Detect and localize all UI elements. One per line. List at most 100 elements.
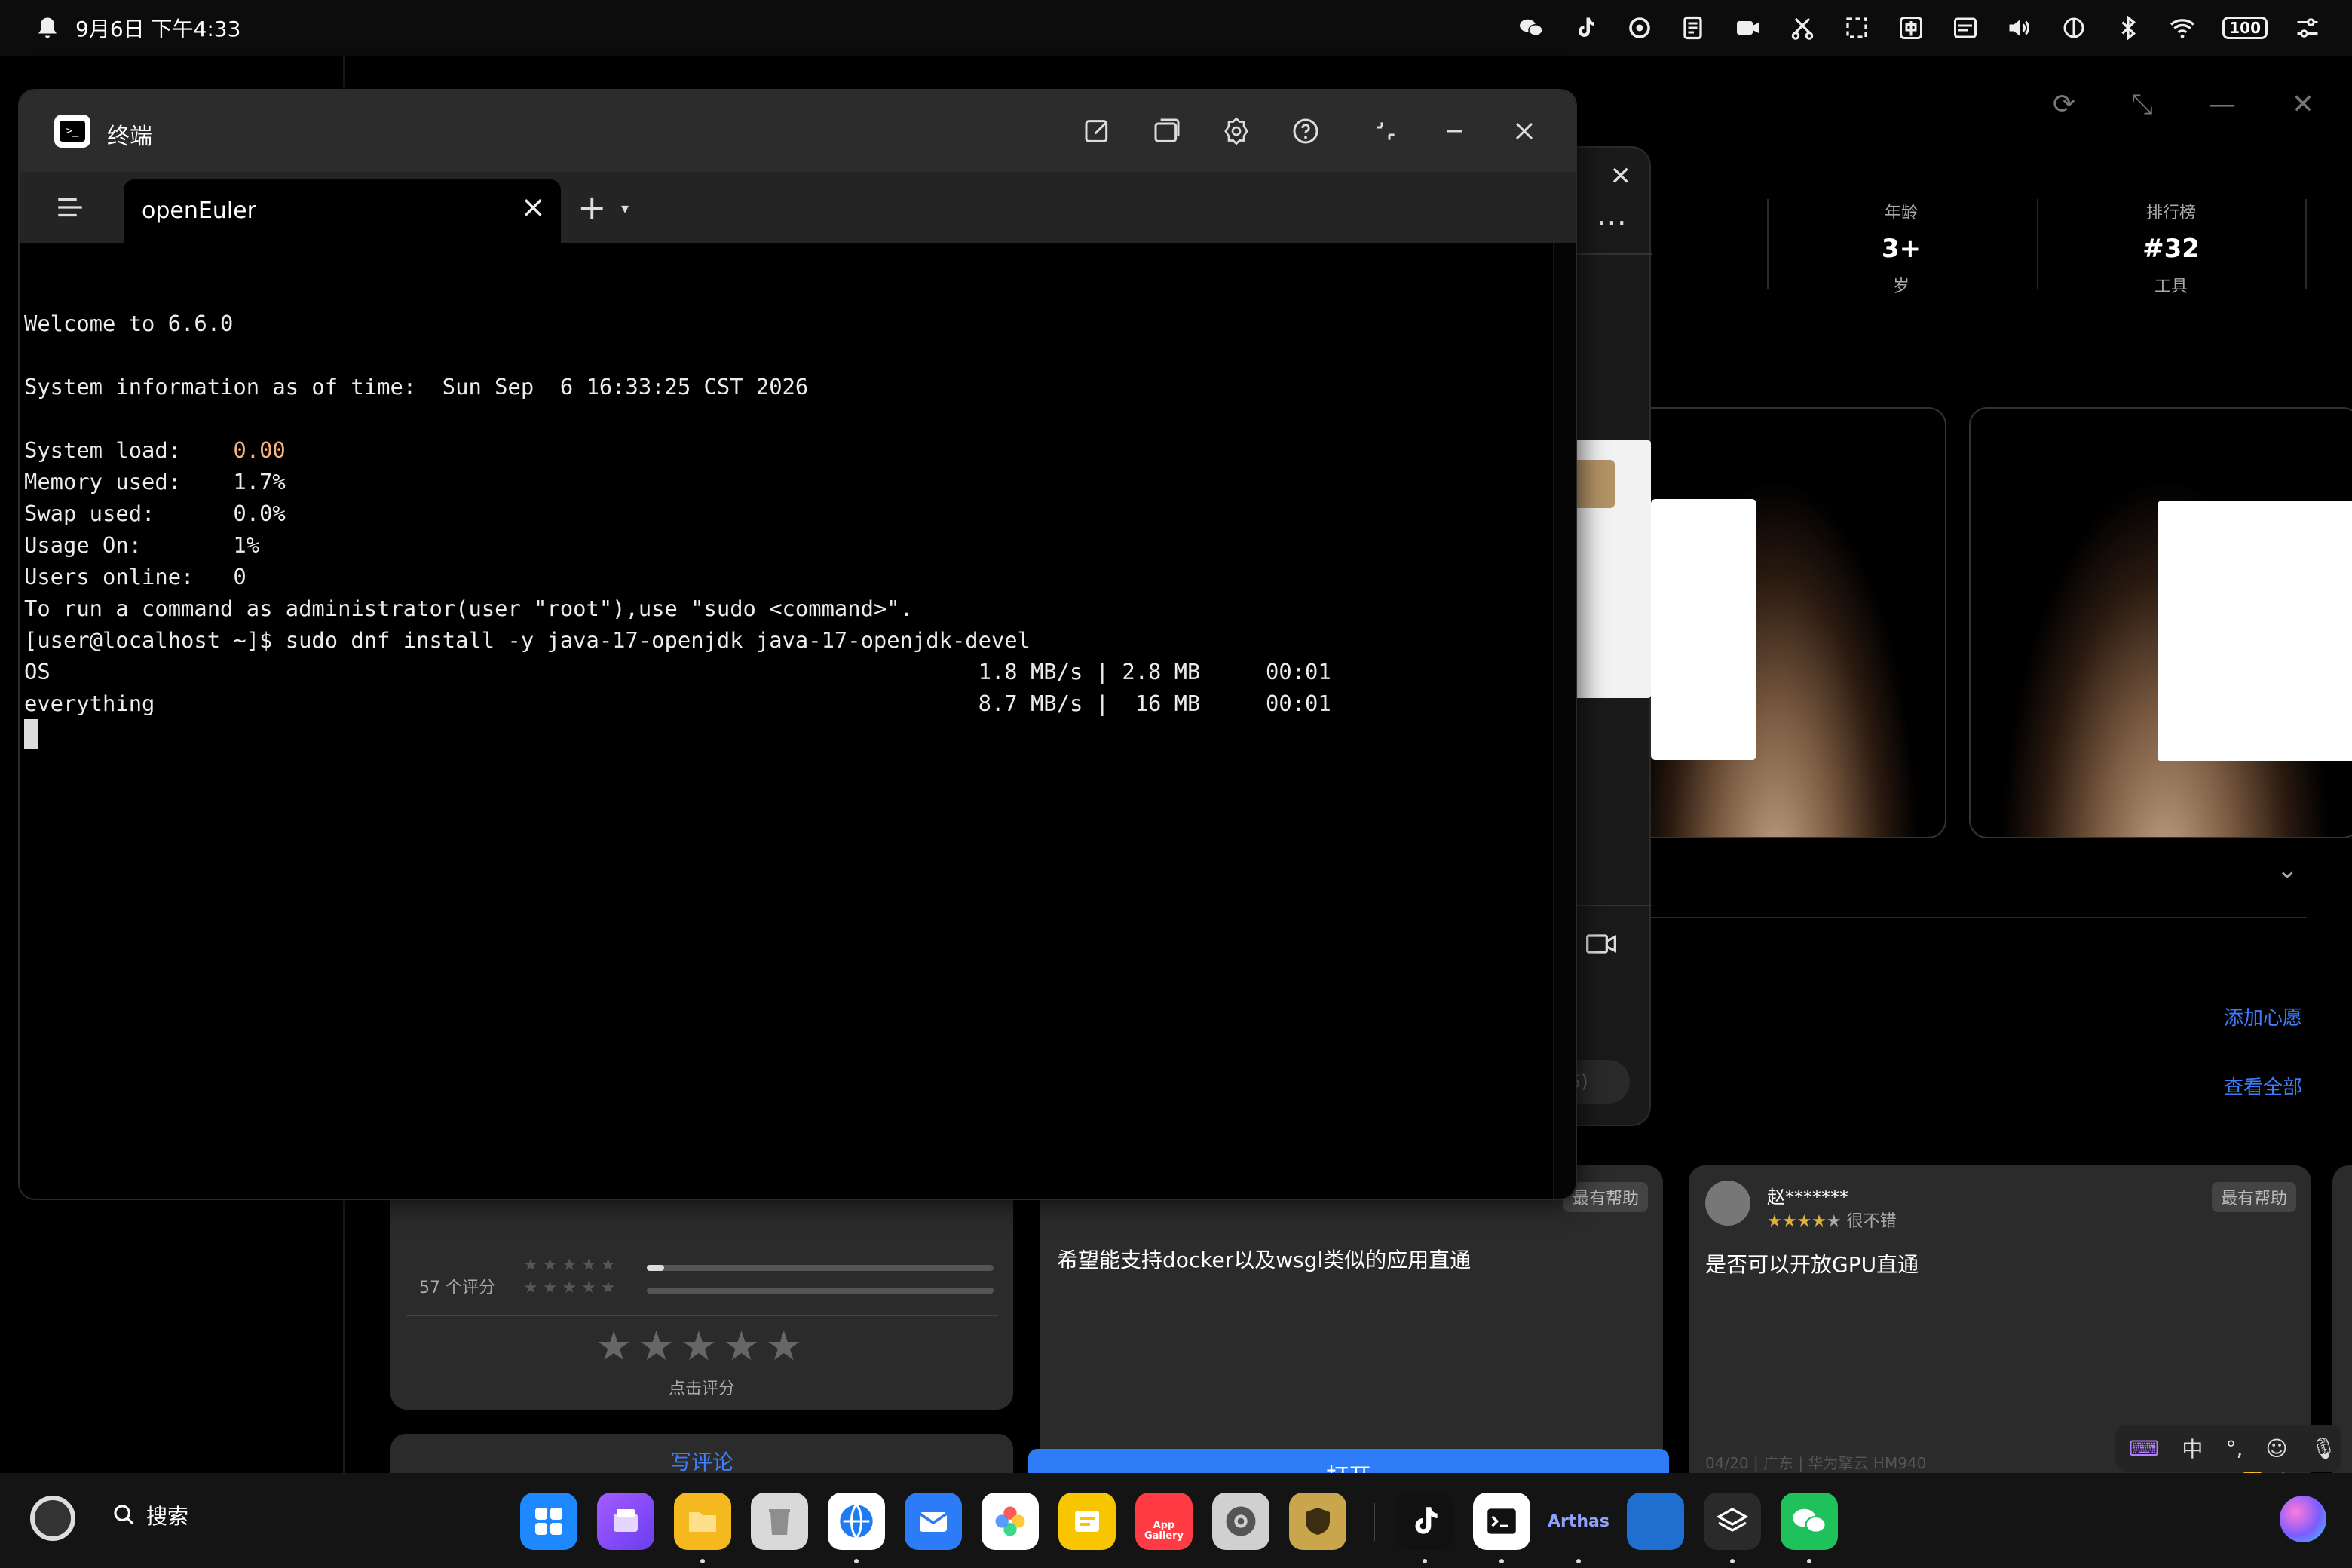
ime-toolbar: ⌨ 中 °, ☺ 🎙	[2115, 1425, 2341, 1472]
screenshot-thumbnail[interactable]	[1606, 407, 1946, 838]
docs-app-icon[interactable]	[597, 1493, 654, 1550]
ime-lang-toggle[interactable]: 中	[2182, 1433, 2203, 1463]
status-bar: 9月6日 下午4:33 100	[0, 0, 2352, 56]
review-footer: 04/20 | 广东 | 华为擎云 HM940	[1705, 1454, 1927, 1472]
dock: 搜索 App Gallery Arthas	[0, 1473, 2352, 1568]
running-indicator	[700, 1559, 705, 1563]
rate-stars[interactable]: ★★★★★	[390, 1322, 1013, 1370]
dock-search[interactable]: 搜索	[112, 1500, 188, 1530]
rating-bar	[647, 1288, 994, 1294]
meta-divider	[2037, 199, 2038, 289]
blank-app-icon[interactable]	[1627, 1493, 1684, 1550]
gallery-app-icon[interactable]	[982, 1493, 1039, 1550]
search-icon	[114, 1505, 134, 1525]
arthas-app-icon[interactable]: Arthas	[1548, 1493, 1609, 1550]
wifi-icon[interactable]	[2168, 14, 2197, 42]
ime-switch-icon[interactable]: ⌨	[2129, 1436, 2159, 1461]
microphone-icon[interactable]: 🎙	[2311, 1436, 2338, 1461]
tab-label: openEuler	[142, 198, 256, 224]
subtitles-icon[interactable]	[1951, 14, 1980, 42]
caret-down-icon[interactable]: ▾	[621, 199, 629, 217]
tiktok-icon[interactable]	[1571, 14, 1600, 42]
close-icon[interactable]: ✕	[1610, 161, 1632, 191]
app-gallery-icon[interactable]: App Gallery	[1135, 1493, 1193, 1550]
hotspot-icon[interactable]	[2060, 14, 2088, 42]
settings-gear-icon[interactable]	[1220, 110, 1253, 152]
store-restore-icon[interactable]: ⤡	[2131, 89, 2153, 121]
chevron-down-icon[interactable]: ⌄	[2277, 855, 2298, 885]
terminal-line: System information as of time: Sun Sep 6…	[24, 374, 809, 400]
recycle-bin-icon[interactable]	[751, 1493, 808, 1550]
ime-zh-icon[interactable]	[1897, 14, 1925, 42]
terminal-titlebar[interactable]: >_ 终端	[20, 90, 1576, 172]
terminal-line: Memory used: 1.7%	[24, 469, 286, 495]
terminal-cursor	[24, 719, 38, 749]
start-button[interactable]	[30, 1496, 75, 1541]
rating-bar	[647, 1265, 994, 1271]
add-wish-link[interactable]: 添加心愿	[2224, 1003, 2302, 1031]
minimize-icon[interactable]	[1438, 110, 1472, 152]
files-app-icon[interactable]	[674, 1493, 731, 1550]
tiktok-app-icon[interactable]	[1396, 1493, 1453, 1550]
review-stars: ★★★★★ 很不错	[1767, 1212, 1897, 1231]
wechat-app-icon[interactable]	[1781, 1493, 1838, 1550]
arthas-label: Arthas	[1548, 1511, 1609, 1531]
settings-app-icon[interactable]	[1625, 14, 1654, 42]
running-indicator	[854, 1559, 859, 1563]
rank-value: #32	[2142, 234, 2200, 264]
control-center-icon[interactable]	[2293, 14, 2322, 42]
review-card[interactable]: 最有帮助 希望能支持docker以及wsgl类似的应用直通	[1040, 1165, 1663, 1490]
rank-label: 排行榜	[2145, 204, 2196, 222]
edit-icon[interactable]	[1081, 110, 1114, 152]
battery-icon: 100	[2222, 17, 2268, 39]
split-window-icon[interactable]	[1150, 110, 1184, 152]
divider	[1651, 917, 2307, 918]
notes-app-icon[interactable]	[1058, 1493, 1116, 1550]
terminal-line: Usage On: 1%	[24, 532, 260, 558]
scrollbar[interactable]	[1553, 243, 1576, 1199]
new-tab-icon[interactable]: +	[577, 187, 607, 228]
capture-icon[interactable]	[1842, 14, 1871, 42]
terminal-output[interactable]: Welcome to 6.6.0 System information as of…	[24, 243, 1547, 1193]
store-close-icon[interactable]: ✕	[2292, 89, 2314, 121]
punctuation-icon[interactable]: °,	[2225, 1436, 2243, 1461]
running-indicator	[1499, 1559, 1504, 1563]
mail-app-icon[interactable]	[905, 1493, 962, 1550]
emoji-icon[interactable]: ☺	[2265, 1436, 2287, 1461]
browser-icon[interactable]	[828, 1493, 885, 1550]
store-refresh-icon[interactable]: ⟳	[2053, 89, 2075, 121]
camera-icon[interactable]	[1734, 14, 1762, 42]
view-all-link[interactable]: 查看全部	[2224, 1072, 2302, 1100]
screenshot-thumbnail[interactable]	[1969, 407, 2352, 838]
screenshot-icon[interactable]	[1788, 14, 1817, 42]
settings-app-icon[interactable]	[1212, 1493, 1269, 1550]
age-value: 3+	[1881, 234, 1922, 264]
store-minimize-icon[interactable]: —	[2209, 89, 2236, 121]
status-datetime: 9月6日 下午4:33	[75, 17, 241, 41]
bell-icon[interactable]	[33, 14, 62, 42]
tab-close-icon[interactable]: ×	[520, 190, 546, 225]
launchpad-icon[interactable]	[520, 1493, 577, 1550]
security-app-icon[interactable]	[1289, 1493, 1346, 1550]
terminal-line: [user@localhost ~]$ sudo dnf install -y …	[24, 627, 1031, 653]
bluetooth-icon[interactable]	[2114, 14, 2142, 42]
meta-rank: 排行榜 #32 工具	[2043, 199, 2299, 297]
assistant-icon[interactable]	[2280, 1496, 2326, 1542]
layers-app-icon[interactable]	[1704, 1493, 1761, 1550]
terminal-line: Swap used: 0.0%	[24, 501, 286, 526]
tab-bar: openEuler × + ▾	[20, 172, 1576, 243]
wechat-icon[interactable]	[1517, 14, 1545, 42]
help-icon[interactable]	[1289, 110, 1322, 152]
more-icon[interactable]: ⋯	[1597, 205, 1627, 240]
tap-to-rate-label: 点击评分	[668, 1380, 735, 1398]
tab-openeuler[interactable]: openEuler ×	[124, 179, 561, 243]
menu-icon[interactable]	[54, 191, 86, 226]
terminal-app-icon[interactable]	[1473, 1493, 1530, 1550]
video-camera-icon[interactable]	[1585, 927, 1618, 966]
restore-icon[interactable]	[1369, 110, 1402, 152]
notes-icon[interactable]	[1680, 14, 1708, 42]
close-icon[interactable]	[1508, 110, 1541, 152]
volume-icon[interactable]	[2005, 14, 2034, 42]
running-indicator	[1730, 1559, 1735, 1563]
age-label: 年龄	[1884, 204, 1918, 222]
